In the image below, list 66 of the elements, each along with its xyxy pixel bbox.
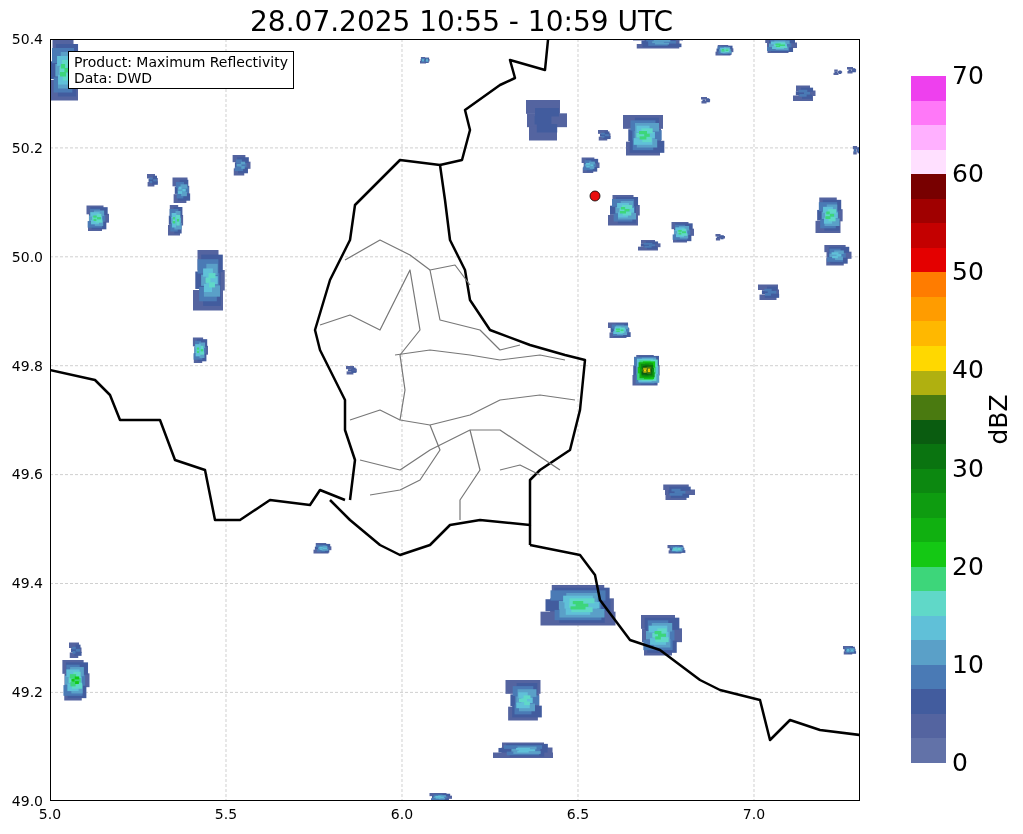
radar-echo xyxy=(429,793,452,800)
longitude-label: 6.0 xyxy=(390,806,414,822)
radar-echo xyxy=(633,40,683,49)
radar-echo xyxy=(632,355,660,386)
latitude-label: 49.4 xyxy=(11,575,43,592)
radar-echo xyxy=(313,543,332,554)
longitude-label: 5.0 xyxy=(38,806,62,822)
latitude-label: 50.0 xyxy=(11,248,43,265)
radar-echo xyxy=(667,545,686,554)
latitude-label: 50.4 xyxy=(11,31,43,47)
radar-echo xyxy=(493,742,553,758)
radar-echo xyxy=(608,322,631,338)
radar-echo xyxy=(833,69,843,75)
radar-echo xyxy=(765,40,797,53)
radar-echo xyxy=(824,245,852,266)
radar-echo xyxy=(671,222,694,243)
radar-echo xyxy=(852,146,859,155)
longitude-label: 7.0 xyxy=(742,806,766,822)
radar-echo xyxy=(346,366,357,375)
radar-echo xyxy=(793,85,816,101)
latitude-label: 49.8 xyxy=(11,357,43,374)
colorbar-tick-label: 50 xyxy=(952,258,984,287)
latitude-label: 49.2 xyxy=(11,684,43,701)
radar-echo xyxy=(168,205,184,236)
radar-echo xyxy=(62,660,90,701)
radar-echo xyxy=(69,642,82,658)
radar-echo xyxy=(608,195,640,226)
longitude-label: 5.5 xyxy=(214,806,238,822)
radar-echo xyxy=(526,100,567,141)
data-source-text: Data: DWD xyxy=(74,70,153,86)
radar-echo xyxy=(847,67,857,74)
radar-echo xyxy=(192,337,208,363)
radar-echo xyxy=(193,250,225,311)
radar-echo xyxy=(815,197,843,233)
colorbar-tick-label: 60 xyxy=(952,160,984,189)
radar-echo xyxy=(86,205,109,231)
colorbar-tick-label: 30 xyxy=(952,454,984,483)
location-marker xyxy=(589,190,601,202)
radar-echo xyxy=(715,234,725,241)
radar-echo xyxy=(715,45,734,56)
radar-echo xyxy=(623,115,665,156)
radar-echo xyxy=(663,484,695,500)
colorbar-tick-label: 20 xyxy=(952,552,984,581)
radar-echo xyxy=(420,57,430,64)
radar-echo xyxy=(641,615,682,656)
radar-echo xyxy=(581,157,600,173)
radar-echo xyxy=(505,680,542,721)
colorbar-label: dBZ xyxy=(983,394,1013,445)
radar-echo xyxy=(843,646,857,655)
radar-echo xyxy=(638,240,661,251)
colorbar-tick-label: 0 xyxy=(952,749,968,777)
radar-echo xyxy=(701,97,711,104)
colorbar-tick-label: 70 xyxy=(952,62,984,90)
latitude-label: 49.0 xyxy=(11,793,43,809)
radar-echo xyxy=(232,155,251,176)
chart-title: 28.07.2025 10:55 - 10:59 UTC xyxy=(250,5,674,39)
longitude-label: 6.5 xyxy=(566,806,590,822)
radar-echo xyxy=(172,177,191,203)
latitude-label: 50.2 xyxy=(11,139,43,156)
radar-echo xyxy=(147,174,158,187)
latitude-label: 49.6 xyxy=(11,466,43,483)
radar-echo xyxy=(758,284,780,300)
colorbar-tick-label: 10 xyxy=(952,650,984,679)
colorbar-tick-label: 40 xyxy=(952,356,984,385)
radar-echo xyxy=(598,130,611,141)
product-text: Product: Maximum Reflectivity xyxy=(74,54,288,70)
